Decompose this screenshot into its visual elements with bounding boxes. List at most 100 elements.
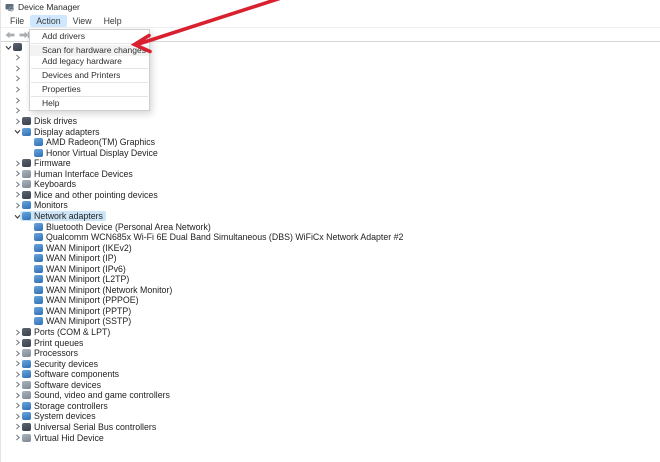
menu-help[interactable]: Help [98,15,128,27]
tree-item-wan-miniport-pppoe[interactable]: WAN Miniport (PPPOE) [1,295,660,306]
tree-item-storage-controllers[interactable]: Storage controllers [1,401,660,412]
chevron-right-icon[interactable] [13,86,22,93]
menu-file[interactable]: File [4,15,30,27]
tree-item-content: Qualcomm WCN685x Wi-Fi 6E Dual Band Simu… [32,232,406,242]
chevron-right-icon[interactable] [13,97,22,104]
security-device-icon [22,359,31,368]
forward-button[interactable] [18,30,29,39]
tree-item-label: Mice and other pointing devices [34,189,158,200]
back-button[interactable] [4,30,15,39]
tree-item-wan-miniport-sstp[interactable]: WAN Miniport (SSTP) [1,316,660,327]
tree-item-content: Storage controllers [20,401,111,411]
tree-item-ports-com-lpt[interactable]: Ports (COM & LPT) [1,327,660,338]
tree-item-software-devices[interactable]: Software devices [1,380,660,391]
tree-item-wan-miniport-ipv6[interactable]: WAN Miniport (IPv6) [1,263,660,274]
tree-item-content: Print queues [20,338,86,348]
tree-item-disk-drives[interactable]: Disk drives [1,116,660,127]
software-component-icon [22,370,31,379]
chevron-right-icon[interactable] [13,65,22,72]
tree-item-label: WAN Miniport (Network Monitor) [46,284,173,295]
tree-item-content: AMD Radeon(TM) Graphics [32,137,158,147]
tree-item-wan-miniport-ip[interactable]: WAN Miniport (IP) [1,253,660,264]
tree-item-amd-radeon-tm-graphics[interactable]: AMD Radeon(TM) Graphics [1,137,660,148]
menu-item-scan-for-hardware-changes[interactable]: Scan for hardware changes [30,45,149,56]
tree-item-security-devices[interactable]: Security devices [1,358,660,369]
tree-item-label: Qualcomm WCN685x Wi-Fi 6E Dual Band Simu… [46,232,404,243]
tree-item-wan-miniport-network-monitor[interactable]: WAN Miniport (Network Monitor) [1,285,660,296]
tree-item-universal-serial-bus-controllers[interactable]: Universal Serial Bus controllers [1,422,660,433]
tree-item-label: AMD Radeon(TM) Graphics [46,137,156,148]
window-titlebar: Device Manager [1,0,660,14]
tree-item-monitors[interactable]: Monitors [1,200,660,211]
tree-item-content: WAN Miniport (IPv6) [32,264,129,274]
tree-item-label: WAN Miniport (IP) [46,253,117,264]
storage-controller-icon [22,401,31,410]
tree-item-keyboards[interactable]: Keyboards [1,179,660,190]
network-adapter-icon [34,317,43,326]
tree-item-firmware[interactable]: Firmware [1,158,660,169]
disk-drive-icon [22,117,31,126]
tree-item-label: System devices [34,411,96,422]
tree-item-label: Security devices [34,358,99,369]
tree-item-label: Print queues [34,337,84,348]
tree-item-label: Human Interface Devices [34,168,133,179]
usb-controller-icon [22,422,31,431]
tree-item-content: WAN Miniport (L2TP) [32,274,132,284]
chevron-right-icon[interactable] [13,75,22,82]
menu-item-add-legacy-hardware[interactable]: Add legacy hardware [30,56,149,67]
menu-action[interactable]: Action [30,14,67,27]
tree-item-label: Firmware [34,158,71,169]
tree-item-content: Security devices [20,359,101,369]
tree-item-human-interface-devices[interactable]: Human Interface Devices [1,169,660,180]
computer-icon [13,43,22,52]
monitor-icon [22,201,31,210]
chevron-right-icon[interactable] [13,54,22,61]
menu-view[interactable]: View [67,15,98,27]
printer-icon [22,338,31,347]
tree-item-display-adapters[interactable]: Display adapters [1,126,660,137]
network-adapter-icon [34,243,43,252]
tree-item-content: Honor Virtual Display Device [32,148,161,158]
software-device-icon [22,380,31,389]
tree-item-wan-miniport-l2tp[interactable]: WAN Miniport (L2TP) [1,274,660,285]
tree-item-honor-virtual-display-device[interactable]: Honor Virtual Display Device [1,147,660,158]
tree-item-system-devices[interactable]: System devices [1,411,660,422]
menu-bar: File Action View Help [1,14,660,28]
tree-item-label: WAN Miniport (SSTP) [46,316,132,327]
tree-item-bluetooth-device-personal-area-network[interactable]: Bluetooth Device (Personal Area Network) [1,221,660,232]
tree-item-label: Monitors [34,200,68,211]
menu-item-help[interactable]: Help [30,98,149,109]
tree-item-print-queues[interactable]: Print queues [1,337,660,348]
tree-item-network-adapters[interactable]: Network adapters [1,211,660,222]
tree-item-label: Software components [34,369,120,380]
device-manager-window: { "window": { "title": "Device Manager" … [0,0,660,462]
tree-item-software-components[interactable]: Software components [1,369,660,380]
network-adapter-icon [34,233,43,242]
tree-item-wan-miniport-pptp[interactable]: WAN Miniport (PPTP) [1,306,660,317]
processor-icon [22,349,31,358]
tree-item-content: WAN Miniport (PPTP) [32,306,134,316]
tree-item-content: WAN Miniport (IP) [32,253,120,263]
tree-item-content: Human Interface Devices [20,169,136,179]
back-arrow-icon [5,31,14,38]
tree-item-wan-miniport-ikev2[interactable]: WAN Miniport (IKEv2) [1,242,660,253]
tree-item-qualcomm-wcn685x-wi-fi-6e-dual-band-simultaneous-dbs-wificx-network-adapter-2[interactable]: Qualcomm WCN685x Wi-Fi 6E Dual Band Simu… [1,232,660,243]
menu-item-add-drivers[interactable]: Add drivers [30,31,149,42]
tree-item-content: Sound, video and game controllers [20,390,173,400]
menu-item-devices-and-printers[interactable]: Devices and Printers [30,70,149,81]
tree-item-label: Sound, video and game controllers [34,390,170,401]
network-adapter-icon [34,275,43,284]
tree-item-processors[interactable]: Processors [1,348,660,359]
menu-item-properties[interactable]: Properties [30,84,149,95]
tree-item-label: Keyboards [34,179,77,190]
keyboard-icon [22,180,31,189]
network-adapter-icon [34,254,43,263]
tree-item-virtual-hid-device[interactable]: Virtual Hid Device [1,432,660,443]
tree-item-mice-and-other-pointing-devices[interactable]: Mice and other pointing devices [1,190,660,201]
chevron-right-icon[interactable] [13,107,22,114]
tree-item-sound-video-and-game-controllers[interactable]: Sound, video and game controllers [1,390,660,401]
hid-device-icon [22,169,31,178]
tree-item-label: Honor Virtual Display Device [46,147,158,158]
tree-item-label: WAN Miniport (IKEv2) [46,242,132,253]
sound-controller-icon [22,391,31,400]
